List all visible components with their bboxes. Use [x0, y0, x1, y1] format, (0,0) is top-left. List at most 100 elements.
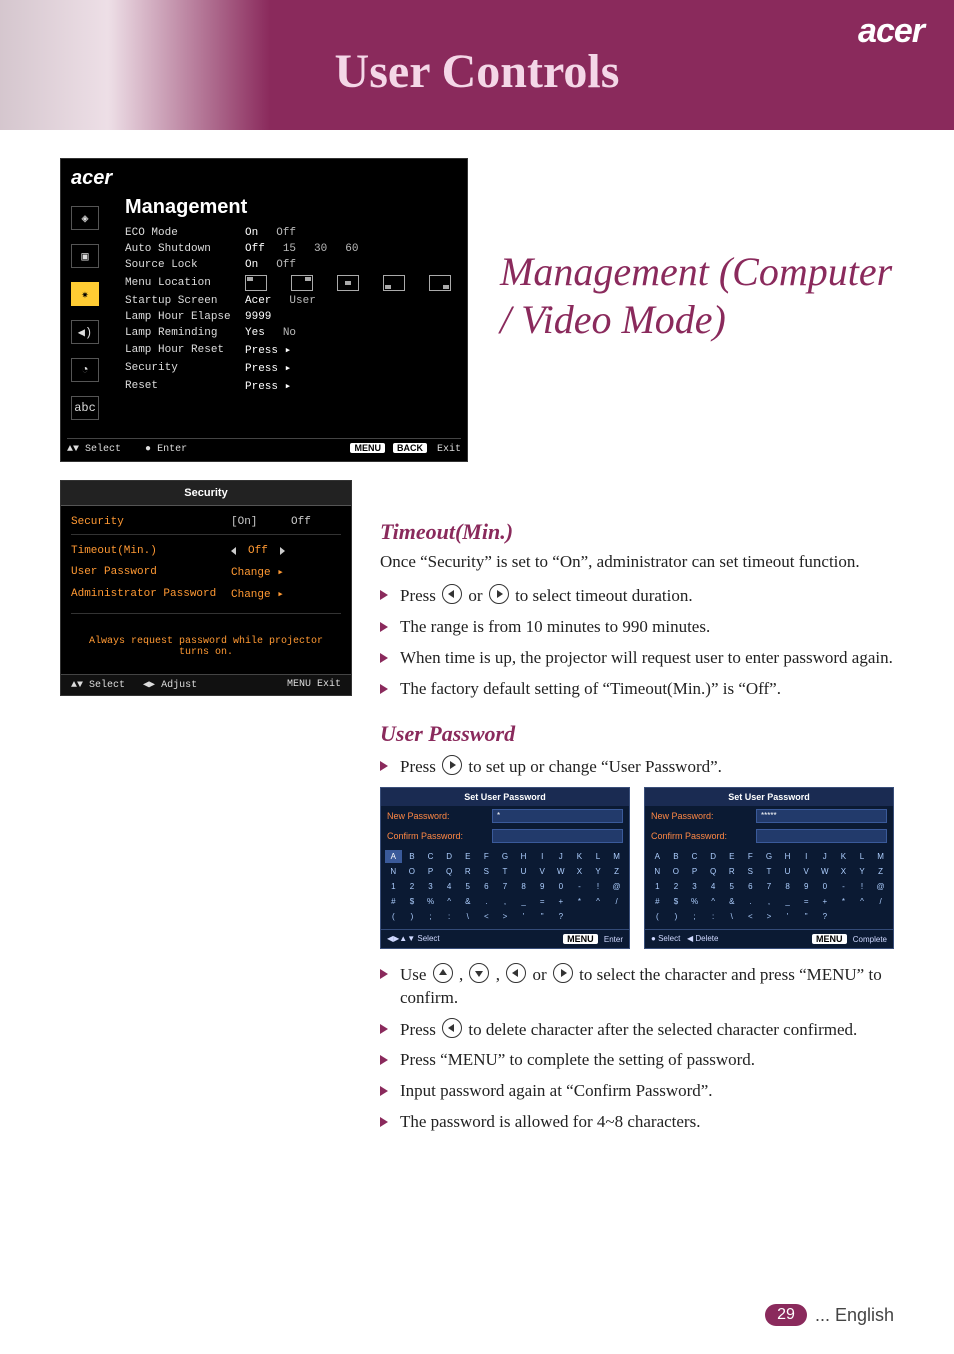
kbd-key[interactable]: N: [649, 865, 666, 878]
kbd-key[interactable]: (: [649, 910, 666, 923]
kbd-key[interactable]: T: [497, 865, 514, 878]
kbd-key[interactable]: V: [534, 865, 551, 878]
kbd-key[interactable]: ^: [854, 895, 871, 908]
osd-icon-timer[interactable]: ◔: [71, 358, 99, 382]
kbd-key[interactable]: \: [459, 910, 476, 923]
kbd-new-field-a[interactable]: *: [492, 809, 623, 823]
kbd-key[interactable]: Y: [854, 865, 871, 878]
kbd-key[interactable]: 3: [686, 880, 703, 893]
kbd-key[interactable]: <: [742, 910, 759, 923]
kbd-key[interactable]: _: [779, 895, 796, 908]
kbd-key[interactable]: F: [742, 850, 759, 863]
kbd-key[interactable]: .: [478, 895, 495, 908]
kbd-key[interactable]: U: [779, 865, 796, 878]
kbd-key[interactable]: Q: [441, 865, 458, 878]
kbd-key[interactable]: ?: [816, 910, 833, 923]
kbd-key[interactable]: &: [723, 895, 740, 908]
kbd-key[interactable]: ;: [422, 910, 439, 923]
kbd-key[interactable]: S: [478, 865, 495, 878]
kbd-key[interactable]: U: [515, 865, 532, 878]
kbd-key[interactable]: B: [668, 850, 685, 863]
kbd-key[interactable]: *: [835, 895, 852, 908]
kbd-key[interactable]: +: [816, 895, 833, 908]
right-arrow-icon[interactable]: [280, 547, 285, 555]
kbd-key[interactable]: P: [686, 865, 703, 878]
kbd-new-field-b[interactable]: *****: [756, 809, 887, 823]
kbd-key[interactable]: A: [385, 850, 402, 863]
kbd-confirm-field-a[interactable]: [492, 829, 623, 843]
kbd-key[interactable]: D: [441, 850, 458, 863]
kbd-key[interactable]: 4: [705, 880, 722, 893]
kbd-key[interactable]: G: [497, 850, 514, 863]
kbd-key[interactable]: ": [534, 910, 551, 923]
kbd-key[interactable]: _: [515, 895, 532, 908]
kbd-key[interactable]: (: [385, 910, 402, 923]
kbd-key[interactable]: .: [742, 895, 759, 908]
kbd-key[interactable]: [590, 910, 607, 923]
kbd-key[interactable]: %: [422, 895, 439, 908]
kbd-key[interactable]: <: [478, 910, 495, 923]
kbd-key[interactable]: 3: [422, 880, 439, 893]
kbd-key[interactable]: :: [705, 910, 722, 923]
kbd-key[interactable]: L: [854, 850, 871, 863]
kbd-key[interactable]: +: [552, 895, 569, 908]
kbd-key[interactable]: L: [590, 850, 607, 863]
kbd-keys-b[interactable]: ABCDEFGHIJKLMNOPQRSTUVWXYZ1234567890-!@#…: [645, 846, 893, 929]
kbd-key[interactable]: $: [668, 895, 685, 908]
kbd-key[interactable]: Q: [705, 865, 722, 878]
kbd-key[interactable]: Y: [590, 865, 607, 878]
kbd-key[interactable]: 0: [552, 880, 569, 893]
kbd-key[interactable]: 7: [497, 880, 514, 893]
kbd-key[interactable]: G: [761, 850, 778, 863]
kbd-key[interactable]: O: [404, 865, 421, 878]
kbd-confirm-field-b[interactable]: [756, 829, 887, 843]
kbd-keys-a[interactable]: ABCDEFGHIJKLMNOPQRSTUVWXYZ1234567890-!@#…: [381, 846, 629, 929]
kbd-key[interactable]: /: [608, 895, 625, 908]
kbd-key[interactable]: ,: [497, 895, 514, 908]
kbd-key[interactable]: %: [686, 895, 703, 908]
kbd-key[interactable]: [835, 910, 852, 923]
kbd-key[interactable]: E: [459, 850, 476, 863]
kbd-key[interactable]: C: [686, 850, 703, 863]
kbd-key[interactable]: 6: [478, 880, 495, 893]
kbd-key[interactable]: E: [723, 850, 740, 863]
kbd-key[interactable]: R: [459, 865, 476, 878]
osd-icon-management[interactable]: ✷: [71, 282, 99, 306]
kbd-key[interactable]: *: [571, 895, 588, 908]
kbd-key[interactable]: /: [872, 895, 889, 908]
kbd-key[interactable]: X: [571, 865, 588, 878]
kbd-key[interactable]: ': [779, 910, 796, 923]
kbd-key[interactable]: J: [816, 850, 833, 863]
kbd-key[interactable]: !: [854, 880, 871, 893]
kbd-key[interactable]: Z: [872, 865, 889, 878]
kbd-key[interactable]: #: [649, 895, 666, 908]
kbd-key[interactable]: 1: [649, 880, 666, 893]
kbd-key[interactable]: !: [590, 880, 607, 893]
kbd-key[interactable]: ;: [686, 910, 703, 923]
kbd-key[interactable]: K: [835, 850, 852, 863]
kbd-key[interactable]: S: [742, 865, 759, 878]
kbd-key[interactable]: K: [571, 850, 588, 863]
kbd-key[interactable]: 9: [534, 880, 551, 893]
kbd-key[interactable]: H: [779, 850, 796, 863]
kbd-key[interactable]: =: [534, 895, 551, 908]
kbd-key[interactable]: -: [571, 880, 588, 893]
kbd-key[interactable]: J: [552, 850, 569, 863]
kbd-key[interactable]: 4: [441, 880, 458, 893]
kbd-key[interactable]: ^: [590, 895, 607, 908]
kbd-key[interactable]: 0: [816, 880, 833, 893]
kbd-key[interactable]: >: [761, 910, 778, 923]
kbd-key[interactable]: @: [872, 880, 889, 893]
kbd-key[interactable]: D: [705, 850, 722, 863]
kbd-key[interactable]: 2: [404, 880, 421, 893]
kbd-key[interactable]: 5: [459, 880, 476, 893]
kbd-key[interactable]: M: [608, 850, 625, 863]
kbd-key[interactable]: ): [668, 910, 685, 923]
kbd-key[interactable]: 8: [515, 880, 532, 893]
kbd-key[interactable]: ): [404, 910, 421, 923]
kbd-key[interactable]: R: [723, 865, 740, 878]
kbd-key[interactable]: @: [608, 880, 625, 893]
kbd-key[interactable]: W: [816, 865, 833, 878]
kbd-key[interactable]: \: [723, 910, 740, 923]
kbd-key[interactable]: ': [515, 910, 532, 923]
